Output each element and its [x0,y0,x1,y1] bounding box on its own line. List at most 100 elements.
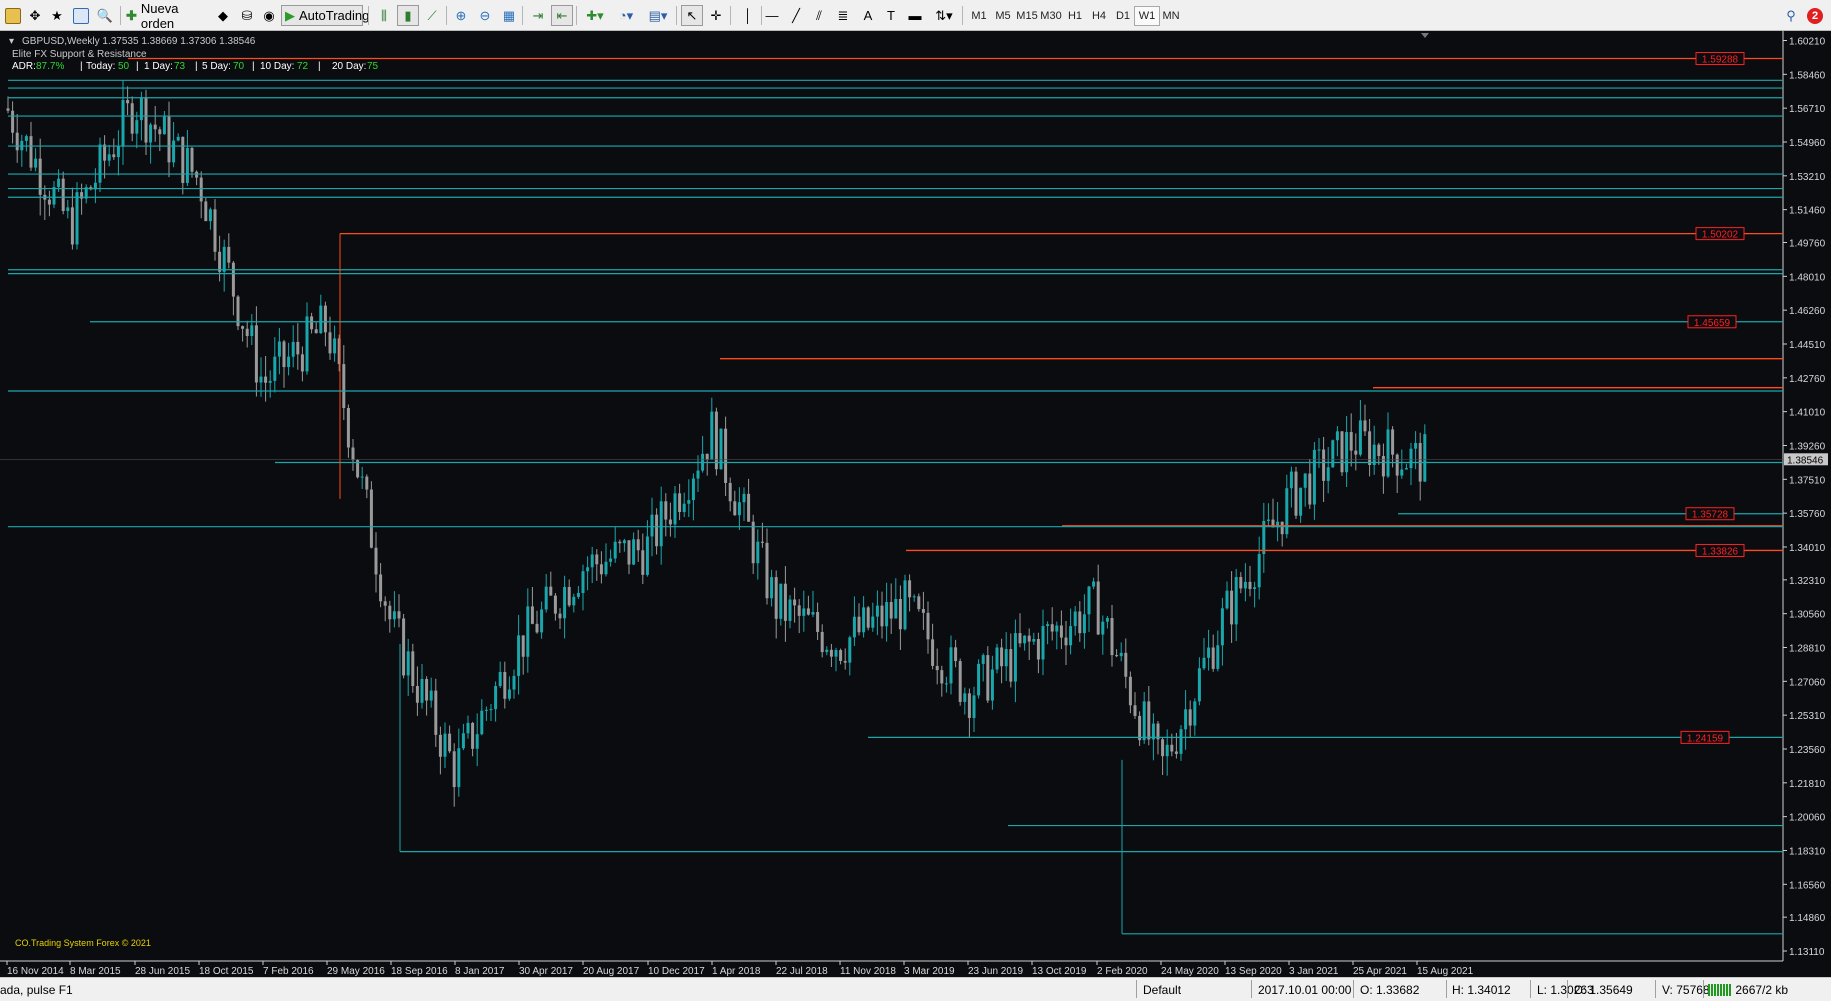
new-chart-icon[interactable] [2,5,24,26]
fibonacci-icon[interactable]: ≣ [832,5,854,26]
candle-body [167,116,171,163]
candle-body [1289,471,1293,489]
periods-dropdown[interactable]: ◔▾ [612,5,640,26]
level-price-label: 1.50202 [1702,230,1739,241]
candle-body [1404,468,1408,470]
candle-body [825,649,829,653]
day1-value: 73 [174,61,186,72]
timeframe-m15[interactable]: M15 [1014,6,1040,26]
vertical-line-icon[interactable]: │ [737,5,759,26]
candle-body [1340,431,1344,473]
market-icon[interactable]: ⛁ [236,5,258,26]
candle-body [1239,577,1243,589]
candle-body [949,647,953,684]
new-order-button[interactable]: ✚ Nueva orden [126,1,208,31]
trendline-icon[interactable]: ╱ [785,5,807,26]
signals-icon[interactable]: ◉ [258,5,280,26]
candle-body [544,586,548,610]
chart-window[interactable]: 1.60210 1.58460 1.56710 1.54960 1.53210 1.514… [0,31,1831,977]
candle-body [305,316,309,372]
rectangle-icon[interactable]: ▬ [904,5,926,26]
profile-name[interactable]: Default [1143,983,1181,997]
level-price-label: 1.45659 [1694,318,1731,329]
templates-dropdown[interactable]: ▤▾ [644,5,672,26]
candle-body [392,611,396,620]
bar-chart-icon[interactable]: ⫼ [373,5,395,26]
help-text: ada, pulse F1 [0,983,73,997]
candle-body [1266,519,1270,521]
candlestick-chart-icon[interactable]: ▮ [397,5,419,26]
time-tick-label: 28 Jun 2015 [135,966,190,977]
indicators-dropdown[interactable]: ✚▾ [581,5,609,26]
candle-body [296,341,300,355]
candle-body [1050,624,1054,632]
connection-status[interactable]: 2667/2 kb [1708,983,1788,997]
candle-body [310,316,314,330]
candle-body [705,453,709,460]
level-price-label: 1.24159 [1687,733,1724,744]
price-tick-label: 1.56710 [1789,104,1826,115]
candle-body [604,561,608,575]
favorites-icon[interactable]: ★ [46,5,68,26]
candle-body [1211,647,1215,669]
candle-body [995,647,999,670]
candle-body [139,97,143,121]
cursor-datetime: 2017.10.01 00:00 [1258,983,1352,997]
candle-body [990,669,994,701]
timeframe-m5[interactable]: M5 [990,6,1016,26]
candle-body [898,598,902,630]
candle-body [1368,431,1372,465]
horizontal-line-icon[interactable]: — [761,5,783,26]
text-label-icon[interactable]: T [880,5,902,26]
candle-body [6,108,10,111]
metaeditor-icon[interactable]: ◆ [212,5,234,26]
timeframe-mn[interactable]: MN [1158,6,1184,26]
timeframe-m30[interactable]: M30 [1038,6,1064,26]
price-chart[interactable]: 1.60210 1.58460 1.56710 1.54960 1.53210 1.514… [0,31,1831,977]
toolbar-separator [368,6,369,25]
price-tick-label: 1.37510 [1789,475,1826,486]
candle-body [940,670,944,684]
candle-body [135,120,139,134]
candle-body [1253,587,1257,590]
candle-body [714,411,718,470]
timeframe-w1[interactable]: W1 [1134,6,1160,26]
tile-windows-icon[interactable]: ▦ [498,5,520,26]
toolbar-separator [522,6,523,25]
price-tick-label: 1.39260 [1789,441,1826,452]
cursor-icon[interactable]: ↖ [681,5,703,26]
timeframe-h4[interactable]: H4 [1086,6,1112,26]
navigator-icon[interactable]: ✥ [24,5,46,26]
candle-body [1110,618,1114,656]
crosshair-icon[interactable]: ✛ [705,5,727,26]
autotrading-button[interactable]: ▶ AutoTrading [281,5,369,26]
text-icon[interactable]: A [857,5,879,26]
notifications-button[interactable]: 2 [1804,5,1826,26]
candle-body [820,631,824,653]
candle-body [172,140,176,163]
candle-body [38,158,42,195]
timeframe-d1[interactable]: D1 [1110,6,1136,26]
candle-body [1087,586,1091,615]
channel-icon[interactable]: ⫽ [808,5,830,26]
market-watch-icon[interactable] [70,5,92,26]
candle-body [374,547,378,575]
candle-body [149,124,153,143]
time-tick-label: 7 Feb 2016 [263,966,314,977]
strategy-tester-icon[interactable]: 🔍 [94,5,116,26]
notification-count-badge: 2 [1807,7,1823,24]
candle-body [733,501,737,516]
zoom-out-icon[interactable]: ⊖ [474,5,496,26]
chart-shift-icon[interactable]: ⇤ [551,5,573,26]
timeframe-m1[interactable]: M1 [966,6,992,26]
search-icon[interactable]: ⚲ [1780,5,1802,26]
candle-body [875,605,879,617]
candle-body [245,328,249,337]
line-chart-icon[interactable]: ⟋ [421,5,443,26]
candle-body [379,574,383,602]
timeframe-h1[interactable]: H1 [1062,6,1088,26]
zoom-in-icon[interactable]: ⊕ [450,5,472,26]
auto-scroll-icon[interactable]: ⇥ [527,5,549,26]
candle-body [346,408,350,448]
arrows-dropdown[interactable]: ⇅▾ [930,5,958,26]
